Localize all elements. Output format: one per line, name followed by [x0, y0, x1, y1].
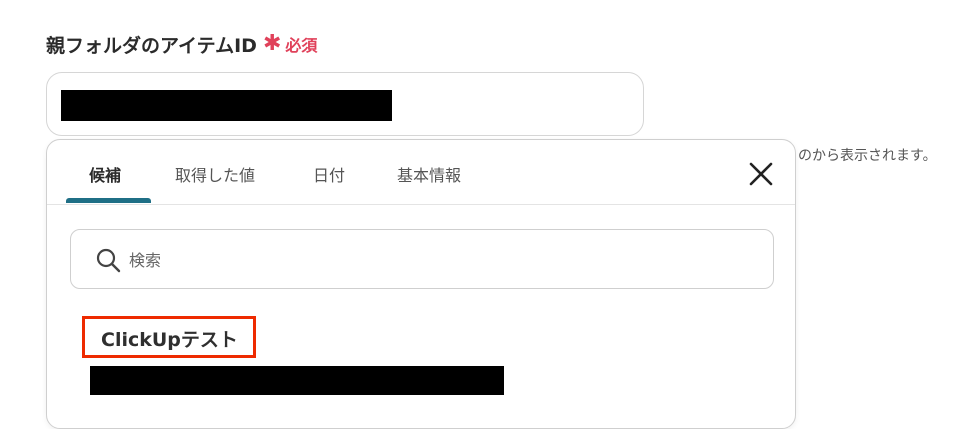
- item-id-input[interactable]: [46, 72, 644, 136]
- redacted-option-id: [90, 366, 504, 395]
- required-asterisk-icon: ✱: [262, 31, 282, 56]
- required-badge: 必須: [285, 36, 318, 55]
- tab-bar: 候補 取得した値 日付 基本情報: [47, 140, 795, 205]
- suggestion-popup: 候補 取得した値 日付 基本情報 ClickUpテスト: [46, 139, 796, 429]
- tab-candidates[interactable]: 候補: [89, 162, 121, 186]
- list-item[interactable]: ClickUpテスト: [79, 316, 769, 398]
- active-tab-indicator: [66, 198, 151, 203]
- search-input[interactable]: [127, 244, 751, 276]
- field-label-text: 親フォルダのアイテムID: [46, 34, 257, 57]
- tab-retrieved-values[interactable]: 取得した値: [175, 162, 255, 186]
- tab-basic-info[interactable]: 基本情報: [397, 162, 461, 186]
- close-icon: [749, 162, 773, 186]
- field-label: 親フォルダのアイテムID ✱ 必須: [46, 30, 317, 58]
- tab-date[interactable]: 日付: [313, 162, 345, 186]
- close-button[interactable]: [747, 160, 775, 188]
- redacted-value: [61, 90, 392, 121]
- search-box: [70, 229, 774, 289]
- helper-text: のから表示されます。: [798, 148, 937, 164]
- option-title: ClickUpテスト: [101, 329, 238, 351]
- search-icon: [96, 248, 121, 273]
